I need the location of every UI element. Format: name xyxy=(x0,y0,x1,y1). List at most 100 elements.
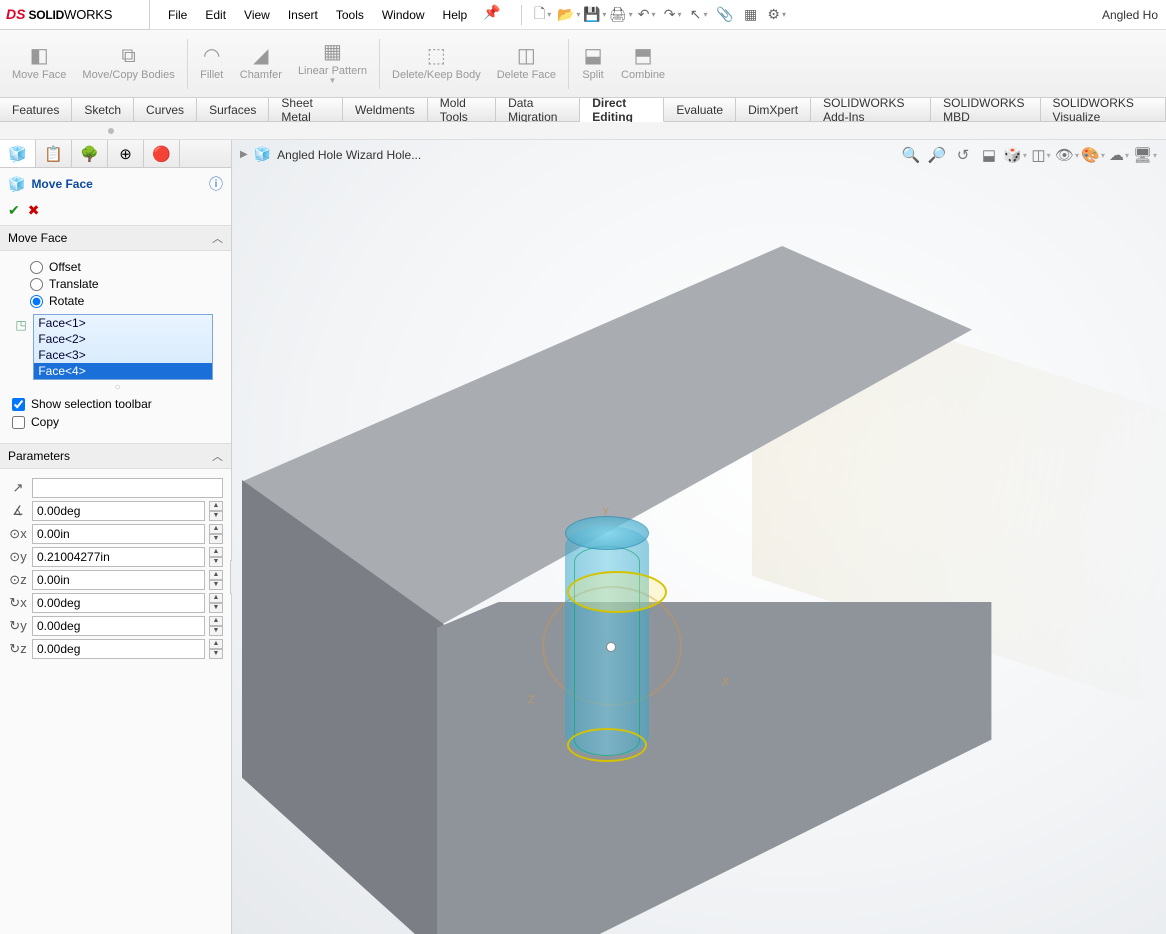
face-item-selected[interactable]: Face<4> xyxy=(34,363,212,379)
select-button[interactable]: ↖ xyxy=(688,4,710,26)
new-button[interactable]: 🗋 xyxy=(532,4,554,26)
main-area: 🧊 📋 🌳 ⊕ 🔴 🧊 Move Face ⓘ ✔ ✖ Move Face ︿ … xyxy=(0,140,1166,934)
show-selection-toolbar-checkbox[interactable]: Show selection toolbar xyxy=(12,397,223,411)
spinner[interactable]: ▲▼ xyxy=(209,593,223,613)
feature-manager-tab[interactable]: 🧊 xyxy=(0,140,36,167)
cx-input[interactable] xyxy=(32,524,205,544)
zoom-fit-icon[interactable]: 🔍 xyxy=(900,144,922,166)
menu-edit[interactable]: Edit xyxy=(197,4,234,26)
undo-button[interactable]: ↶ xyxy=(636,4,658,26)
options-button[interactable]: ⚙ xyxy=(766,4,788,26)
cx-icon: ⊙x xyxy=(8,524,28,544)
menu-file[interactable]: File xyxy=(160,4,195,26)
menu-insert[interactable]: Insert xyxy=(280,4,326,26)
tab-mold-tools[interactable]: Mold Tools xyxy=(428,98,496,121)
spinner[interactable]: ▲▼ xyxy=(209,501,223,521)
spinner[interactable]: ▲▼ xyxy=(209,639,223,659)
render-icon[interactable]: 🖥 xyxy=(1134,144,1156,166)
help-icon[interactable]: ⓘ xyxy=(209,174,223,194)
angle-input[interactable] xyxy=(32,501,205,521)
face-item[interactable]: Face<3> xyxy=(34,347,212,363)
list-grip-icon[interactable]: ○ xyxy=(12,382,223,393)
face-list[interactable]: Face<1> Face<2> Face<3> Face<4> xyxy=(33,314,213,380)
ok-button[interactable]: ✔ xyxy=(8,202,20,219)
save-button[interactable]: 💾 xyxy=(584,4,606,26)
triad-origin[interactable] xyxy=(606,642,616,652)
open-button[interactable]: 📂 xyxy=(558,4,580,26)
tab-data-migration[interactable]: Data Migration xyxy=(496,98,580,121)
move-face-button[interactable]: ◧Move Face xyxy=(6,43,72,83)
spinner[interactable]: ▲▼ xyxy=(209,524,223,544)
tab-sw-mbd[interactable]: SOLIDWORKS MBD xyxy=(931,98,1040,121)
face-item[interactable]: Face<1> xyxy=(34,315,212,331)
display-manager-tab[interactable]: 🔴 xyxy=(144,140,180,167)
fillet-button[interactable]: ◠Fillet xyxy=(194,43,230,83)
delete-face-button[interactable]: ◫Delete Face xyxy=(491,43,562,83)
previous-view-icon[interactable]: ↺ xyxy=(952,144,974,166)
tab-dimxpert[interactable]: DimXpert xyxy=(736,98,811,121)
graphics-viewport[interactable]: ▶ 🧊 Angled Hole Wizard Hole... 🔍 🔎 ↺ ⬓ 🎲… xyxy=(232,140,1166,934)
collapse-icon[interactable]: ︿ xyxy=(212,448,223,464)
spinner[interactable]: ▲▼ xyxy=(209,616,223,636)
move-face-section-header[interactable]: Move Face ︿ xyxy=(0,225,231,251)
spinner[interactable]: ▲▼ xyxy=(209,570,223,590)
parameters-section-header[interactable]: Parameters ︿ xyxy=(0,443,231,469)
menu-tools[interactable]: Tools xyxy=(328,4,372,26)
copy-checkbox[interactable]: Copy xyxy=(12,415,223,429)
cy-input[interactable] xyxy=(32,547,205,567)
tab-sw-visualize[interactable]: SOLIDWORKS Visualize xyxy=(1041,98,1166,121)
tab-sketch[interactable]: Sketch xyxy=(72,98,134,121)
axis-input[interactable] xyxy=(32,478,223,498)
offset-radio[interactable]: Offset xyxy=(30,260,223,274)
dimxpert-tab[interactable]: ⊕ xyxy=(108,140,144,167)
move-copy-bodies-button[interactable]: ⧉Move/Copy Bodies xyxy=(76,43,180,83)
menu-window[interactable]: Window xyxy=(374,4,433,26)
tab-sw-addins[interactable]: SOLIDWORKS Add-Ins xyxy=(811,98,931,121)
translate-radio[interactable]: Translate xyxy=(30,277,223,291)
redo-button[interactable]: ↷ xyxy=(662,4,684,26)
ry-input[interactable] xyxy=(32,616,205,636)
cz-input[interactable] xyxy=(32,570,205,590)
scene-icon[interactable]: ☁ xyxy=(1108,144,1130,166)
spinner[interactable]: ▲▼ xyxy=(209,547,223,567)
view-orientation-icon[interactable]: 🎲 xyxy=(1004,144,1026,166)
display-style-icon[interactable]: ◫ xyxy=(1030,144,1052,166)
combine-button[interactable]: ⬒Combine xyxy=(615,43,671,83)
tab-direct-editing[interactable]: Direct Editing xyxy=(580,98,664,122)
chamfer-button[interactable]: ◢Chamfer xyxy=(234,43,288,83)
rx-input[interactable] xyxy=(32,593,205,613)
rotate-radio[interactable]: Rotate xyxy=(30,294,223,308)
tab-weldments[interactable]: Weldments xyxy=(343,98,428,121)
tab-sheet-metal[interactable]: Sheet Metal xyxy=(269,98,343,121)
section-view-icon[interactable]: ⬓ xyxy=(978,144,1000,166)
param-cz-row: ⊙z ▲▼ xyxy=(8,570,223,590)
property-manager-tab[interactable]: 📋 xyxy=(36,140,72,167)
tab-curves[interactable]: Curves xyxy=(134,98,197,121)
collapse-icon[interactable]: ︿ xyxy=(212,230,223,246)
hole-bottom-rim[interactable] xyxy=(567,728,647,762)
delete-keep-body-button[interactable]: ⬚Delete/Keep Body xyxy=(386,43,487,83)
face-item[interactable]: Face<2> xyxy=(34,331,212,347)
cancel-button[interactable]: ✖ xyxy=(28,202,40,219)
pin-icon[interactable]: 📌 xyxy=(483,4,500,26)
menu-help[interactable]: Help xyxy=(435,4,476,26)
rebuild-button[interactable]: ▦ xyxy=(740,4,762,26)
linear-pattern-button[interactable]: ▦Linear Pattern▼ xyxy=(292,39,373,88)
appearance-icon[interactable]: 🎨 xyxy=(1082,144,1104,166)
block-front-face[interactable] xyxy=(437,602,997,934)
breadcrumb[interactable]: ▶ 🧊 Angled Hole Wizard Hole... xyxy=(240,146,421,163)
split-button[interactable]: ⬓Split xyxy=(575,43,611,83)
hole-counterbore-rim[interactable] xyxy=(567,571,667,613)
attach-button[interactable]: 📎 xyxy=(714,4,736,26)
tab-surfaces[interactable]: Surfaces xyxy=(197,98,269,121)
separator xyxy=(568,39,569,89)
tab-features[interactable]: Features xyxy=(0,98,72,121)
tab-evaluate[interactable]: Evaluate xyxy=(664,98,736,121)
menu-view[interactable]: View xyxy=(236,4,278,26)
zoom-area-icon[interactable]: 🔎 xyxy=(926,144,948,166)
print-button[interactable]: 🖨 xyxy=(610,4,632,26)
hole-top-rim[interactable] xyxy=(565,516,649,550)
configuration-tab[interactable]: 🌳 xyxy=(72,140,108,167)
hide-show-icon[interactable]: 👁 xyxy=(1056,144,1078,166)
rz-input[interactable] xyxy=(32,639,205,659)
